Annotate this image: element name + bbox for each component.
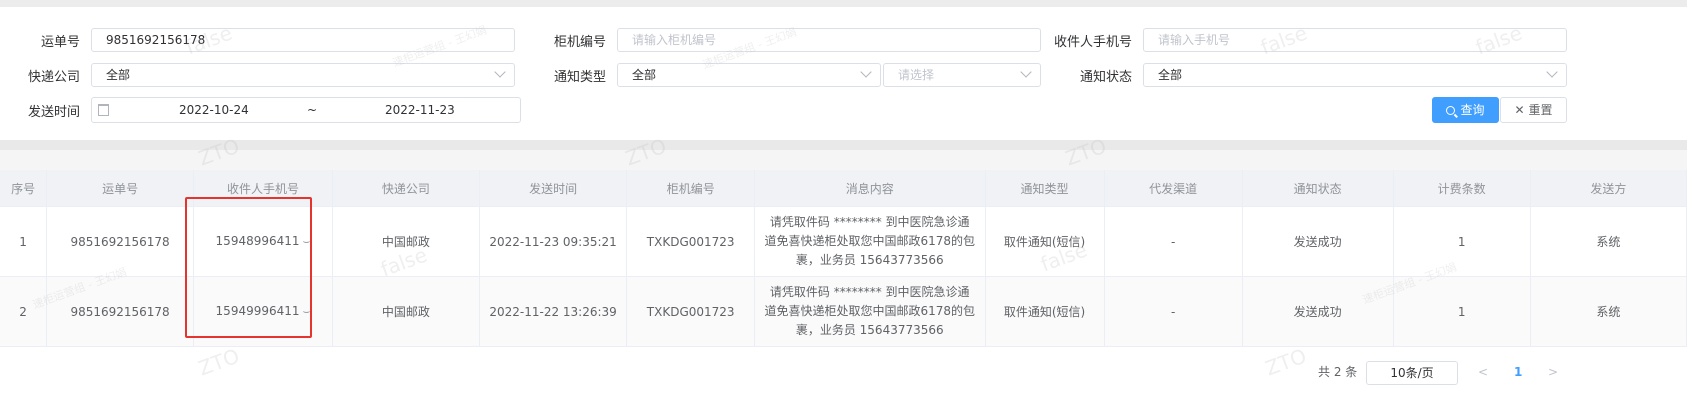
col-header-courier: 快递公司 <box>332 170 480 207</box>
cabinet-input[interactable]: 请输入柜机编号 <box>617 28 1041 52</box>
filter-panel: 运单号 9851692156178 柜机编号 请输入柜机编号 收件人手机号 请输… <box>0 7 1687 140</box>
chevron-down-icon <box>494 66 506 78</box>
prev-page-button[interactable]: < <box>1478 360 1488 384</box>
cell-courier: 中国邮政 <box>332 206 480 277</box>
date-start[interactable]: 2022-10-24 <box>179 99 249 121</box>
chevron-down-icon <box>860 66 872 78</box>
page-size-select[interactable]: 10条/页 <box>1366 361 1458 385</box>
reset-button[interactable]: ✕ 重置 <box>1500 97 1567 123</box>
top-strip <box>0 0 1687 7</box>
cell-status: 发送成功 <box>1242 276 1394 347</box>
cell-channel: - <box>1104 206 1243 277</box>
send-time-label: 发送时间 <box>27 105 80 120</box>
cell-sender: 系统 <box>1530 206 1687 277</box>
watermark-logo: ZTO <box>195 343 243 381</box>
cell-notice-type: 取件通知(短信) <box>985 206 1105 277</box>
calendar-icon <box>98 104 109 116</box>
waybill-input[interactable]: 9851692156178 <box>91 28 515 52</box>
close-icon: ✕ <box>1514 103 1525 117</box>
cell-message: 请凭取件码 ******** 到中医院急诊通道免喜快递柜处取您中国邮政6178的… <box>754 276 986 347</box>
notice-type-select-value: 全部 <box>632 68 657 82</box>
notice-subtype-select[interactable]: 请选择 <box>883 63 1041 87</box>
page-size-value: 10条/页 <box>1390 366 1434 380</box>
col-header-billing: 计费条数 <box>1393 170 1531 207</box>
waybill-label: 运单号 <box>40 35 80 50</box>
notice-type-select[interactable]: 全部 <box>617 63 881 87</box>
cell-billing: 1 <box>1393 276 1531 347</box>
watermark-logo: ZTO <box>1262 343 1310 381</box>
notice-subtype-placeholder: 请选择 <box>898 68 935 82</box>
pagination-total: 共 2 条 <box>1318 365 1358 379</box>
date-separator: ~ <box>307 103 318 117</box>
col-header-status: 通知状态 <box>1242 170 1394 207</box>
search-icon <box>1446 106 1456 115</box>
message-text: 请凭取件码 ******** 到中医院急诊通道免喜快递柜处取您中国邮政6178的… <box>764 285 976 337</box>
col-header-index: 序号 <box>0 170 48 207</box>
notice-status-label: 通知状态 <box>1079 70 1132 85</box>
col-header-waybill: 运单号 <box>46 170 194 207</box>
courier-label: 快递公司 <box>27 70 80 85</box>
cell-message: 请凭取件码 ******** 到中医院急诊通道免喜快递柜处取您中国邮政6178的… <box>754 206 986 277</box>
col-header-channel: 代发渠道 <box>1104 170 1243 207</box>
query-button-label: 查询 <box>1460 103 1485 117</box>
phone-highlight-box <box>185 197 312 338</box>
cell-notice-type: 取件通知(短信) <box>985 276 1105 347</box>
next-page-button[interactable]: > <box>1548 360 1558 384</box>
col-header-send-time: 发送时间 <box>479 170 628 207</box>
chevron-down-icon <box>1546 66 1558 78</box>
message-text: 请凭取件码 ******** 到中医院急诊通道免喜快递柜处取您中国邮政6178的… <box>764 215 976 267</box>
cell-channel: - <box>1104 276 1243 347</box>
notice-status-select[interactable]: 全部 <box>1143 63 1567 87</box>
col-header-message: 消息内容 <box>754 170 986 207</box>
section-divider <box>0 140 1687 170</box>
cell-index: 2 <box>0 276 48 347</box>
cell-cabinet: TXKDG001723 <box>626 206 755 277</box>
notice-status-select-value: 全部 <box>1158 68 1183 82</box>
cell-courier: 中国邮政 <box>332 276 480 347</box>
phone-input[interactable]: 请输入手机号 <box>1143 28 1567 52</box>
cabinet-label: 柜机编号 <box>553 35 606 50</box>
query-button[interactable]: 查询 <box>1432 97 1499 123</box>
courier-select[interactable]: 全部 <box>91 63 515 87</box>
cell-billing: 1 <box>1393 206 1531 277</box>
notice-type-label: 通知类型 <box>553 70 606 85</box>
date-end[interactable]: 2022-11-23 <box>385 99 455 121</box>
col-header-notice-type: 通知类型 <box>985 170 1105 207</box>
page-number-1[interactable]: 1 <box>1514 360 1522 384</box>
cell-sender: 系统 <box>1530 276 1687 347</box>
cell-send-time: 2022-11-22 13:26:39 <box>479 276 628 347</box>
cell-index: 1 <box>0 206 48 277</box>
col-header-sender: 发送方 <box>1530 170 1687 207</box>
courier-select-value: 全部 <box>106 68 131 82</box>
phone-label: 收件人手机号 <box>1053 35 1132 50</box>
cell-status: 发送成功 <box>1242 206 1394 277</box>
cell-waybill: 9851692156178 <box>46 206 194 277</box>
cell-waybill: 9851692156178 <box>46 276 194 347</box>
cell-send-time: 2022-11-23 09:35:21 <box>479 206 628 277</box>
cell-cabinet: TXKDG001723 <box>626 276 755 347</box>
chevron-down-icon <box>1020 66 1032 78</box>
col-header-cabinet: 柜机编号 <box>626 170 755 207</box>
date-range-picker[interactable]: 2022-10-24 ~ 2022-11-23 <box>91 97 521 123</box>
reset-button-label: 重置 <box>1528 103 1553 117</box>
